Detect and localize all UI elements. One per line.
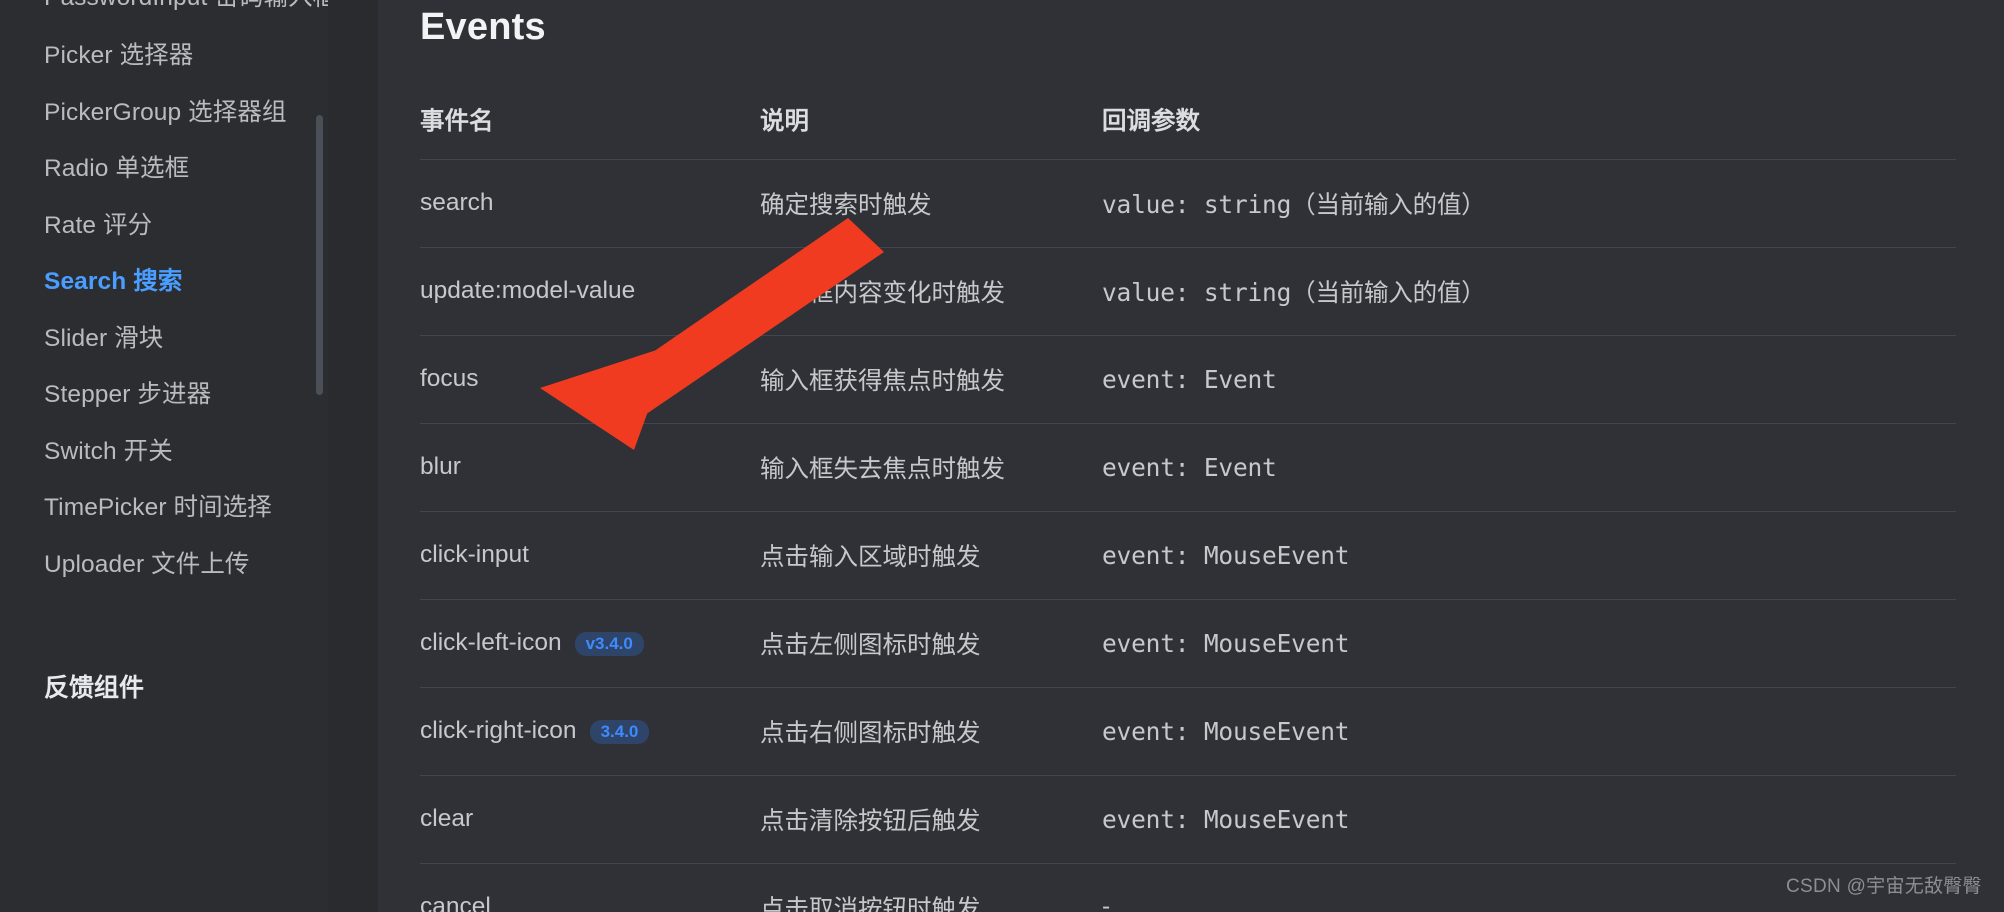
cell-description: 输入框内容变化时触发 bbox=[760, 246, 1102, 336]
cell-description: 点击输入区域时触发 bbox=[760, 510, 1102, 600]
cell-description: 输入框获得焦点时触发 bbox=[760, 334, 1102, 424]
sidebar-item-radio[interactable]: Radio 单选框 bbox=[44, 141, 328, 198]
event-name-text: search bbox=[420, 189, 494, 217]
cell-event-name: blur bbox=[420, 422, 760, 512]
table-row: clear 点击清除按钮后触发 event: MouseEvent bbox=[420, 774, 1956, 864]
cell-callback: value: string（当前输入的值） bbox=[1102, 246, 1956, 336]
events-table-head: 事件名 说明 回调参数 bbox=[420, 102, 1956, 160]
events-table: 事件名 说明 回调参数 search 确定搜索时触发 value: string… bbox=[420, 102, 1956, 912]
sidebar[interactable]: PasswordInput 密码输入框 Picker 选择器 PickerGro… bbox=[0, 0, 328, 912]
sidebar-item-label: Stepper 步进器 bbox=[44, 381, 212, 408]
table-row: click-left-icon v3.4.0 点击左侧图标时触发 event: … bbox=[420, 598, 1956, 688]
cell-event-name: search bbox=[420, 158, 760, 248]
sidebar-item-switch[interactable]: Switch 开关 bbox=[44, 424, 328, 481]
sidebar-nav-list: PasswordInput 密码输入框 Picker 选择器 PickerGro… bbox=[0, 0, 328, 715]
cell-event-name: update:model-value bbox=[420, 246, 760, 336]
version-badge: 3.4.0 bbox=[589, 720, 650, 745]
sidebar-item-label-active: Search 搜索 bbox=[44, 268, 183, 295]
sidebar-item-timepicker[interactable]: TimePicker 时间选择 bbox=[44, 480, 328, 537]
cell-description: 点击右侧图标时触发 bbox=[760, 686, 1102, 776]
version-badge: v3.4.0 bbox=[574, 632, 644, 657]
sidebar-item-label: TimePicker 时间选择 bbox=[44, 494, 272, 521]
sidebar-item-label: Uploader 文件上传 bbox=[44, 550, 250, 578]
page-title: Events bbox=[420, 6, 546, 48]
cell-description: 点击左侧图标时触发 bbox=[760, 598, 1102, 688]
cell-event-name: clear bbox=[420, 774, 760, 864]
cell-event-name: click-left-icon v3.4.0 bbox=[420, 598, 760, 688]
events-table-body: search 确定搜索时触发 value: string（当前输入的值） upd… bbox=[420, 158, 1956, 912]
cell-callback: event: MouseEvent bbox=[1102, 686, 1956, 776]
cell-event-name: click-right-icon 3.4.0 bbox=[420, 686, 760, 776]
cell-callback: event: Event bbox=[1102, 422, 1956, 512]
sidebar-group-label: 反馈组件 bbox=[44, 674, 145, 703]
cell-description: 确定搜索时触发 bbox=[760, 158, 1102, 248]
column-header-description: 说明 bbox=[760, 107, 809, 135]
sidebar-item-uploader[interactable]: Uploader 文件上传 bbox=[44, 537, 328, 594]
table-row: cancel 点击取消按钮时触发 - bbox=[420, 862, 1956, 912]
sidebar-item-label: Slider 滑块 bbox=[44, 324, 164, 352]
main-content: Events 事件名 说明 回调参数 search 确定搜索时触发 value:… bbox=[378, 0, 2004, 912]
event-name-text: click-left-icon bbox=[420, 629, 562, 657]
content-wrapper: Events 事件名 说明 回调参数 search 确定搜索时触发 value:… bbox=[378, 0, 1956, 912]
sidebar-item-pickergroup[interactable]: PickerGroup 选择器组 bbox=[44, 85, 328, 142]
table-row: click-input 点击输入区域时触发 event: MouseEvent bbox=[420, 510, 1956, 600]
sidebar-item-picker[interactable]: Picker 选择器 bbox=[44, 28, 328, 85]
table-row: blur 输入框失去焦点时触发 event: Event bbox=[420, 422, 1956, 512]
column-header-event-name: 事件名 bbox=[420, 107, 494, 135]
event-name-text: cancel bbox=[420, 893, 491, 912]
table-row: focus 输入框获得焦点时触发 event: Event bbox=[420, 334, 1956, 424]
cell-description: 点击清除按钮后触发 bbox=[760, 774, 1102, 864]
event-name-text: clear bbox=[420, 805, 474, 833]
doc-page: PasswordInput 密码输入框 Picker 选择器 PickerGro… bbox=[0, 0, 2004, 912]
watermark: CSDN @宇宙无敌臀臀 bbox=[1785, 876, 1982, 897]
sidebar-item-rate[interactable]: Rate 评分 bbox=[44, 198, 328, 255]
sidebar-item-label: Switch 开关 bbox=[44, 437, 173, 465]
cell-callback: event: MouseEvent bbox=[1102, 598, 1956, 688]
table-row: search 确定搜索时触发 value: string（当前输入的值） bbox=[420, 158, 1956, 248]
table-header-row: 事件名 说明 回调参数 bbox=[420, 102, 1956, 160]
column-header-callback: 回调参数 bbox=[1102, 107, 1200, 135]
event-name-text: blur bbox=[420, 453, 461, 481]
cell-event-name: cancel bbox=[420, 862, 760, 912]
cell-callback: value: string（当前输入的值） bbox=[1102, 158, 1956, 248]
cell-event-name: click-input bbox=[420, 510, 760, 600]
sidebar-item-passwordinput[interactable]: PasswordInput 密码输入框 bbox=[44, 0, 328, 16]
table-row: update:model-value 输入框内容变化时触发 value: str… bbox=[420, 246, 1956, 336]
cell-event-name: focus bbox=[420, 334, 760, 424]
cell-callback: event: MouseEvent bbox=[1102, 510, 1956, 600]
event-name-text: click-right-icon bbox=[420, 717, 577, 745]
event-name-text: focus bbox=[420, 365, 479, 393]
sidebar-item-search[interactable]: Search 搜索 bbox=[44, 254, 328, 311]
sidebar-item-label: Radio 单选框 bbox=[44, 155, 190, 182]
content-gutter bbox=[328, 0, 378, 912]
sidebar-item-label: PickerGroup 选择器组 bbox=[44, 98, 287, 126]
sidebar-item-slider[interactable]: Slider 滑块 bbox=[44, 311, 328, 368]
sidebar-item-label: Rate 评分 bbox=[44, 211, 153, 239]
table-row: click-right-icon 3.4.0 点击右侧图标时触发 event: … bbox=[420, 686, 1956, 776]
event-name-text: update:model-value bbox=[420, 277, 636, 305]
sidebar-scrollbar-thumb[interactable] bbox=[316, 115, 323, 395]
event-name-text: click-input bbox=[420, 541, 529, 569]
sidebar-item-label: Picker 选择器 bbox=[44, 42, 194, 69]
sidebar-item-label: PasswordInput 密码输入框 bbox=[44, 0, 328, 11]
sidebar-item-stepper[interactable]: Stepper 步进器 bbox=[44, 367, 328, 424]
cell-description: 输入框失去焦点时触发 bbox=[760, 422, 1102, 512]
sidebar-group-feedback: 反馈组件 bbox=[44, 658, 328, 715]
cell-description: 点击取消按钮时触发 bbox=[760, 862, 1102, 912]
cell-callback: event: Event bbox=[1102, 334, 1956, 424]
cell-callback: event: MouseEvent bbox=[1102, 774, 1956, 864]
